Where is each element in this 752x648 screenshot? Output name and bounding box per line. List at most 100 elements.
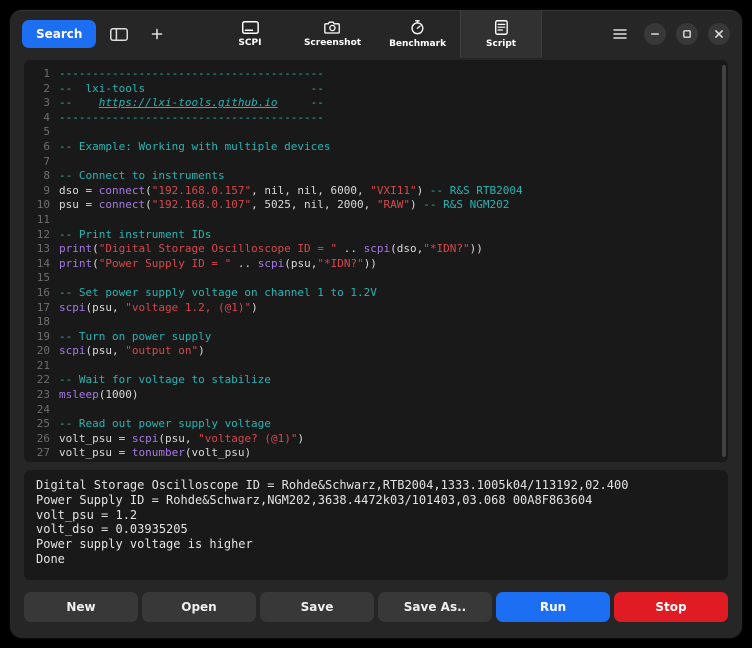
code-editor[interactable]: 1---------------------------------------… [24, 60, 728, 462]
code-line: 21 [24, 359, 728, 374]
code-line: 8-- Connect to instruments [24, 169, 728, 184]
line-number: 24 [24, 403, 59, 418]
console-line: volt_dso = 0.03935205 [36, 522, 716, 537]
code-line: 24 [24, 403, 728, 418]
hamburger-menu-icon [613, 28, 627, 40]
line-number: 27 [24, 446, 59, 461]
code-line: 27volt_psu = tonumber(volt_psu) [24, 446, 728, 461]
line-number: 22 [24, 373, 59, 388]
code-line: 16-- Set power supply voltage on channel… [24, 286, 728, 301]
tab-label: Script [486, 39, 516, 49]
line-number: 17 [24, 301, 59, 316]
run-button[interactable]: Run [496, 592, 610, 622]
console-line: Power Supply ID = Rohde&Schwarz,NGM202,3… [36, 493, 716, 508]
console-line: Done [36, 552, 716, 567]
code-line: 6-- Example: Working with multiple devic… [24, 140, 728, 155]
mode-tabs: SCPI Screenshot Benchmark Script [210, 10, 542, 58]
console-line: volt_psu = 1.2 [36, 508, 716, 523]
code-line: 5 [24, 125, 728, 140]
script-document-icon [495, 20, 508, 35]
code-line: 23msleep(1000) [24, 388, 728, 403]
lxi-tools-window: Search SCPI Screenshot [10, 10, 742, 638]
line-number: 8 [24, 169, 59, 184]
code-line: 9dso = connect("192.168.0.157", nil, nil… [24, 184, 728, 199]
new-button[interactable]: New [24, 592, 138, 622]
code-line: 19-- Turn on power supply [24, 330, 728, 345]
tab-label: Benchmark [389, 39, 446, 49]
line-number: 3 [24, 96, 59, 111]
code-line: 22-- Wait for voltage to stabilize [24, 373, 728, 388]
code-line: 18 [24, 315, 728, 330]
code-line: 26volt_psu = scpi(psu, "voltage? (@1)") [24, 432, 728, 447]
line-number: 7 [24, 155, 59, 170]
camera-icon [324, 21, 341, 34]
tab-benchmark[interactable]: Benchmark [375, 10, 460, 58]
close-button[interactable] [708, 23, 730, 45]
code-lines: 1---------------------------------------… [24, 67, 728, 461]
scpi-display-icon [241, 21, 258, 34]
code-line: 2-- lxi-tools -- [24, 82, 728, 97]
line-number: 2 [24, 82, 59, 97]
sidebar-toggle-icon [110, 28, 128, 41]
save-button[interactable]: Save [260, 592, 374, 622]
maximize-button[interactable] [676, 23, 698, 45]
save-as-button[interactable]: Save As.. [378, 592, 492, 622]
maximize-icon [682, 29, 692, 39]
line-number: 5 [24, 125, 59, 140]
line-number: 13 [24, 242, 59, 257]
line-number: 1 [24, 67, 59, 82]
line-number: 26 [24, 432, 59, 447]
close-icon [714, 29, 724, 39]
line-number: 25 [24, 417, 59, 432]
code-line: 17scpi(psu, "voltage 1.2, (@1)") [24, 301, 728, 316]
code-line: 11 [24, 213, 728, 228]
line-number: 14 [24, 257, 59, 272]
code-line: 25-- Read out power supply voltage [24, 417, 728, 432]
code-line: 7 [24, 155, 728, 170]
open-button[interactable]: Open [142, 592, 256, 622]
new-tab-button[interactable] [142, 19, 172, 49]
line-number: 4 [24, 111, 59, 126]
line-number: 16 [24, 286, 59, 301]
headerbar: Search SCPI Screenshot [10, 10, 742, 58]
stop-button[interactable]: Stop [614, 592, 728, 622]
line-number: 23 [24, 388, 59, 403]
code-line: 14print("Power Supply ID = " .. scpi(psu… [24, 257, 728, 272]
plus-icon [151, 28, 163, 40]
tab-label: Screenshot [304, 38, 361, 48]
line-number: 10 [24, 198, 59, 213]
code-line: 10psu = connect("192.168.0.107", 5025, n… [24, 198, 728, 213]
sidebar-toggle-button[interactable] [104, 19, 134, 49]
tab-label: SCPI [238, 38, 261, 48]
minimize-button[interactable] [644, 23, 666, 45]
footer-actions: New Open Save Save As.. Run Stop [10, 580, 742, 638]
line-number: 19 [24, 330, 59, 345]
tab-script[interactable]: Script [460, 10, 542, 58]
menu-button[interactable] [606, 20, 634, 48]
code-line: 12-- Print instrument IDs [24, 228, 728, 243]
line-number: 20 [24, 344, 59, 359]
minimize-icon [650, 29, 660, 39]
line-number: 18 [24, 315, 59, 330]
code-line: 1---------------------------------------… [24, 67, 728, 82]
tab-scpi[interactable]: SCPI [210, 10, 290, 58]
line-number: 11 [24, 213, 59, 228]
code-line: 4---------------------------------------… [24, 111, 728, 126]
editor-scrollbar[interactable] [722, 65, 726, 457]
code-line: 20scpi(psu, "output on") [24, 344, 728, 359]
code-line: 13print("Digital Storage Oscilloscope ID… [24, 242, 728, 257]
stopwatch-icon [410, 20, 425, 35]
tab-screenshot[interactable]: Screenshot [290, 10, 375, 58]
code-line: 3-- https://lxi-tools.github.io -- [24, 96, 728, 111]
console-output: Digital Storage Oscilloscope ID = Rohde&… [24, 470, 728, 580]
line-number: 12 [24, 228, 59, 243]
line-number: 9 [24, 184, 59, 199]
line-number: 21 [24, 359, 59, 374]
console-line: Power supply voltage is higher [36, 537, 716, 552]
search-button[interactable]: Search [22, 20, 96, 48]
code-line: 15 [24, 271, 728, 286]
window-controls [606, 20, 730, 48]
line-number: 6 [24, 140, 59, 155]
console-line: Digital Storage Oscilloscope ID = Rohde&… [36, 478, 716, 493]
line-number: 15 [24, 271, 59, 286]
